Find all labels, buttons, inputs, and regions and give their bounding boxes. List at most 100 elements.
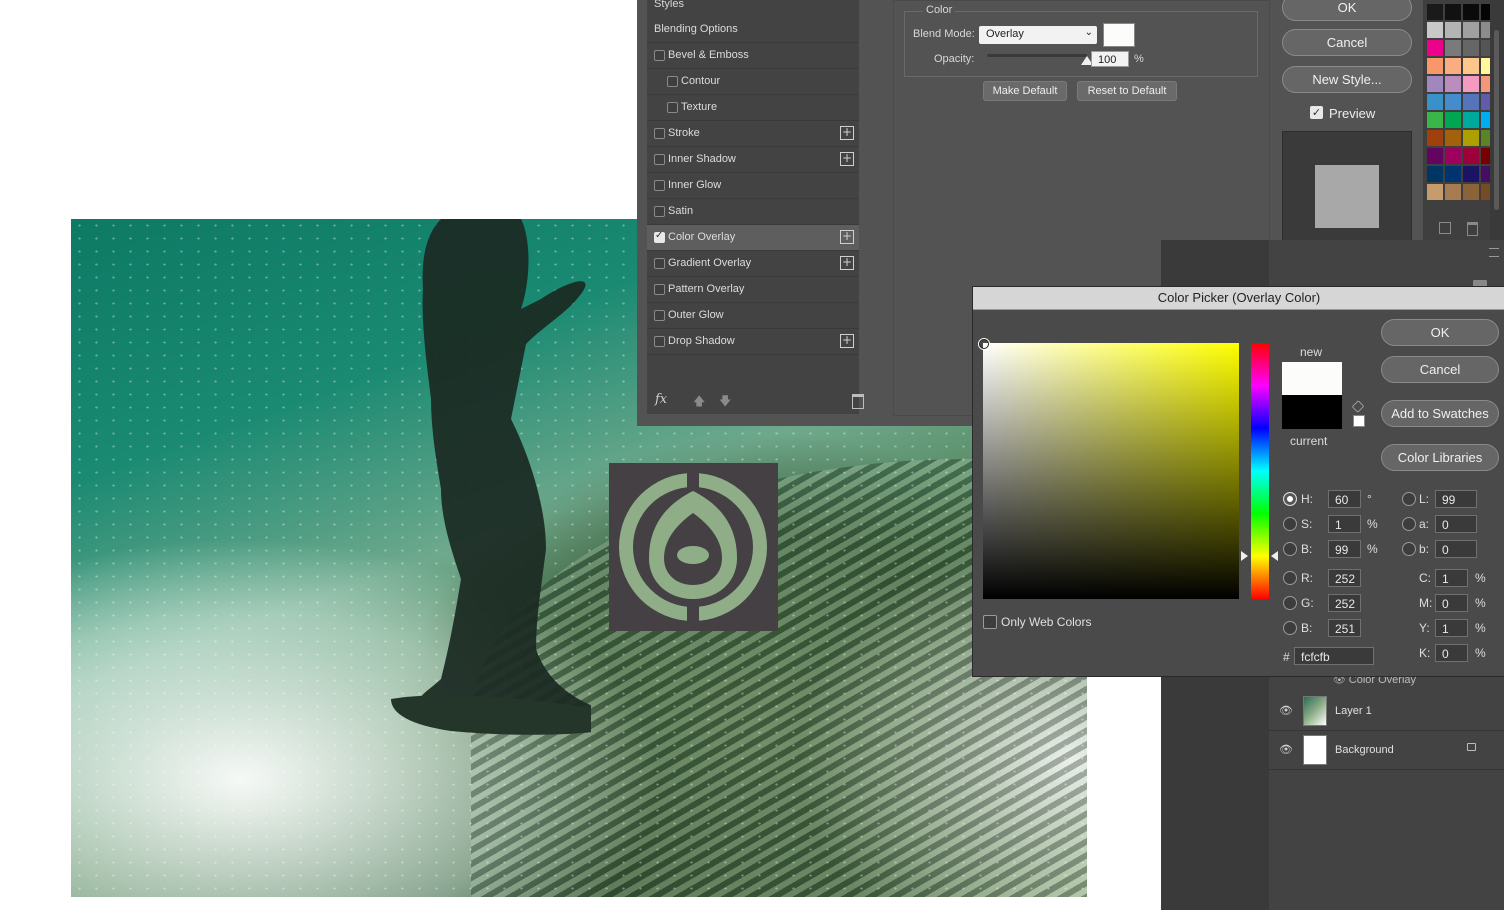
only-web-colors-checkbox[interactable] xyxy=(983,615,997,629)
color-swatch[interactable] xyxy=(1445,22,1461,38)
delete-swatch-icon[interactable] xyxy=(1467,222,1478,236)
color-swatch[interactable] xyxy=(1463,166,1479,182)
value-input[interactable]: 0 xyxy=(1435,644,1468,662)
blend-mode-select[interactable]: Overlay ⌄ xyxy=(979,26,1097,44)
color-swatch[interactable] xyxy=(1463,40,1479,56)
add-style-plus-icon[interactable]: + xyxy=(840,256,854,270)
color-swatch[interactable] xyxy=(1445,40,1461,56)
style-checkbox[interactable] xyxy=(654,336,665,347)
panel-menu-icon[interactable] xyxy=(1489,248,1499,257)
model-radio-button[interactable] xyxy=(1402,492,1416,506)
color-swatch[interactable] xyxy=(1463,76,1479,92)
move-down-icon[interactable]: 🡇 xyxy=(719,392,731,413)
move-up-icon[interactable]: 🡅 xyxy=(693,392,705,413)
style-item[interactable]: Color Overlay + xyxy=(647,225,859,251)
new-swatch-icon[interactable] xyxy=(1439,222,1451,234)
value-input[interactable]: 1 xyxy=(1435,569,1468,587)
value-input[interactable]: 60 xyxy=(1328,490,1361,508)
web-safe-swatch-icon[interactable] xyxy=(1353,415,1365,427)
value-input[interactable]: 0 xyxy=(1435,515,1477,533)
add-style-plus-icon[interactable]: + xyxy=(840,126,854,140)
layer-row[interactable]: 👁 Layer 1 xyxy=(1269,692,1504,731)
new-style-button[interactable]: New Style... xyxy=(1282,66,1412,93)
style-checkbox[interactable] xyxy=(654,284,665,295)
style-item[interactable]: Inner Shadow + xyxy=(647,147,859,173)
color-swatch[interactable] xyxy=(1427,22,1443,38)
style-checkbox[interactable] xyxy=(667,102,678,113)
style-checkbox[interactable] xyxy=(654,50,665,61)
style-item[interactable]: Gradient Overlay + xyxy=(647,251,859,277)
color-swatch[interactable] xyxy=(1463,58,1479,74)
color-selector-ring[interactable] xyxy=(979,339,989,349)
color-swatch[interactable] xyxy=(1445,130,1461,146)
style-item[interactable]: Drop Shadow + xyxy=(647,329,859,355)
style-item[interactable]: Satin xyxy=(647,199,859,225)
color-swatch[interactable] xyxy=(1427,58,1443,74)
value-input[interactable]: 1 xyxy=(1328,515,1361,533)
add-to-swatches-button[interactable]: Add to Swatches xyxy=(1381,400,1499,427)
color-swatch[interactable] xyxy=(1445,148,1461,164)
hue-slider[interactable] xyxy=(1251,343,1269,599)
hue-slider-right-arrow[interactable] xyxy=(1271,551,1278,561)
picker-cancel-button[interactable]: Cancel xyxy=(1381,356,1499,383)
value-input[interactable]: 251 xyxy=(1328,619,1361,637)
opacity-slider-track[interactable] xyxy=(987,54,1087,57)
preview-checkbox[interactable]: ✓ xyxy=(1310,106,1323,119)
value-input[interactable]: 0 xyxy=(1435,540,1477,558)
color-swatch[interactable] xyxy=(1427,130,1443,146)
color-swatch[interactable] xyxy=(1445,58,1461,74)
add-style-plus-icon[interactable]: + xyxy=(840,230,854,244)
swatches-scrollbar[interactable] xyxy=(1490,0,1504,240)
color-swatch[interactable] xyxy=(1445,94,1461,110)
overlay-color-swatch[interactable] xyxy=(1103,23,1135,47)
saturation-brightness-field[interactable] xyxy=(979,339,1239,599)
model-radio-button[interactable] xyxy=(1283,621,1297,635)
model-radio-button[interactable] xyxy=(1283,492,1297,506)
style-checkbox[interactable] xyxy=(654,180,665,191)
value-input[interactable]: 252 xyxy=(1328,569,1361,587)
color-swatch[interactable] xyxy=(1427,112,1443,128)
color-swatch[interactable] xyxy=(1427,94,1443,110)
color-swatch[interactable] xyxy=(1427,184,1443,200)
gamut-cube-icon[interactable] xyxy=(1351,400,1365,413)
visibility-eye-icon[interactable]: 👁 xyxy=(1279,743,1293,756)
color-swatch[interactable] xyxy=(1463,184,1479,200)
style-checkbox[interactable] xyxy=(667,76,678,87)
add-style-plus-icon[interactable]: + xyxy=(840,334,854,348)
style-checkbox[interactable] xyxy=(654,230,665,243)
picker-ok-button[interactable]: OK xyxy=(1381,319,1499,346)
color-swatch[interactable] xyxy=(1427,40,1443,56)
color-swatch[interactable] xyxy=(1427,76,1443,92)
model-radio-button[interactable] xyxy=(1283,542,1297,556)
style-item[interactable]: Inner Glow xyxy=(647,173,859,199)
color-swatch[interactable] xyxy=(1445,112,1461,128)
fx-icon[interactable]: fx xyxy=(655,392,667,407)
layer-style-ok-button[interactable]: OK xyxy=(1282,0,1412,21)
model-radio-button[interactable] xyxy=(1283,596,1297,610)
value-input[interactable]: 99 xyxy=(1328,540,1361,558)
style-checkbox[interactable] xyxy=(654,310,665,321)
style-checkbox[interactable] xyxy=(654,206,665,217)
layer-row[interactable]: 👁 Background xyxy=(1269,731,1504,770)
color-swatch[interactable] xyxy=(1463,130,1479,146)
style-item[interactable]: Stroke + xyxy=(647,121,859,147)
layer-style-cancel-button[interactable]: Cancel xyxy=(1282,29,1412,56)
color-swatch[interactable] xyxy=(1463,22,1479,38)
style-item[interactable]: Pattern Overlay xyxy=(647,277,859,303)
style-item[interactable]: Blending Options xyxy=(647,17,859,43)
color-swatch[interactable] xyxy=(1427,4,1443,20)
style-item[interactable]: Texture xyxy=(647,95,859,121)
model-radio-button[interactable] xyxy=(1283,517,1297,531)
color-swatch[interactable] xyxy=(1445,184,1461,200)
value-input[interactable]: 252 xyxy=(1328,594,1361,612)
color-libraries-button[interactable]: Color Libraries xyxy=(1381,444,1499,471)
color-swatch[interactable] xyxy=(1445,166,1461,182)
style-checkbox[interactable] xyxy=(654,258,665,269)
style-item[interactable]: Bevel & Emboss xyxy=(647,43,859,69)
make-default-button[interactable]: Make Default xyxy=(983,81,1067,101)
color-swatch[interactable] xyxy=(1445,4,1461,20)
current-color-swatch[interactable] xyxy=(1282,395,1342,429)
hex-input[interactable]: fcfcfb xyxy=(1294,647,1374,665)
opacity-input[interactable]: 100 xyxy=(1091,51,1129,67)
hue-slider-left-arrow[interactable] xyxy=(1241,551,1248,561)
